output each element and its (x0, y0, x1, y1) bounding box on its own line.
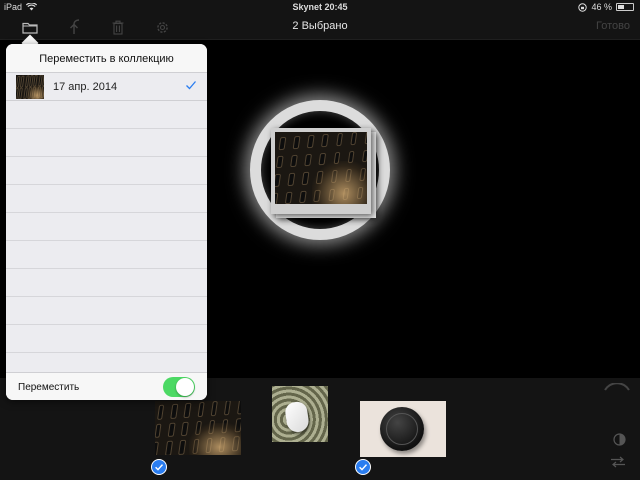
contrast-icon (613, 433, 626, 446)
thumbnail-keyboard-light (189, 422, 241, 455)
thumbnail-lens-cap-photo[interactable] (360, 401, 446, 457)
lens-cap-shape (380, 407, 424, 451)
collection-thumbnail-light (27, 84, 44, 99)
move-footer: Переместить (6, 372, 207, 400)
thumbnail-keyboard-photo[interactable] (155, 401, 241, 455)
toggle-knob (176, 378, 194, 396)
orientation-lock-icon (578, 2, 588, 12)
keyboard-light (311, 160, 367, 204)
battery-fill (618, 5, 624, 9)
carrier-name: Skynet (292, 2, 322, 12)
selected-check-lens-cap[interactable] (355, 459, 371, 475)
swap-button[interactable] (610, 455, 626, 473)
battery-percent: 46 % (591, 2, 612, 12)
strip-handle[interactable] (604, 378, 630, 396)
move-toggle[interactable] (163, 377, 195, 397)
collection-date-label: 17 апр. 2014 (53, 81, 118, 93)
status-right: 46 % (578, 2, 634, 12)
move-to-collection-popover: Переместить в коллекцию 17 апр. 2014 Пер… (6, 44, 207, 400)
keyboard-photo-image (275, 132, 367, 204)
popover-title: Переместить в коллекцию (6, 44, 207, 72)
clock-time: 20:45 (324, 2, 348, 12)
dragged-photo-stack[interactable] (271, 128, 371, 214)
battery-icon (616, 3, 634, 11)
nav-bar: 2 Выбрано Готово (0, 14, 640, 40)
swap-arrows-icon (611, 456, 625, 468)
lens-cap-rim (386, 413, 418, 445)
selected-checkmark-icon (186, 81, 196, 90)
checkmark-icon (359, 464, 368, 471)
collection-row[interactable]: 17 апр. 2014 (6, 73, 207, 101)
selection-count-title: 2 Выбрано (292, 20, 348, 32)
move-toggle-label: Переместить (18, 382, 80, 393)
collection-thumbnail (16, 75, 44, 99)
collection-list: 17 апр. 2014 (6, 72, 207, 372)
selected-check-keyboard[interactable] (151, 459, 167, 475)
done-button[interactable]: Готово (596, 20, 630, 32)
arc-handle-icon (604, 382, 630, 391)
checkmark-icon (155, 464, 164, 471)
thumbnail-mouse-photo[interactable] (272, 386, 328, 442)
status-bar: iPad Skynet 20:45 46 % (0, 0, 640, 14)
status-center: Skynet 20:45 (0, 2, 640, 12)
contrast-button[interactable] (613, 433, 626, 451)
